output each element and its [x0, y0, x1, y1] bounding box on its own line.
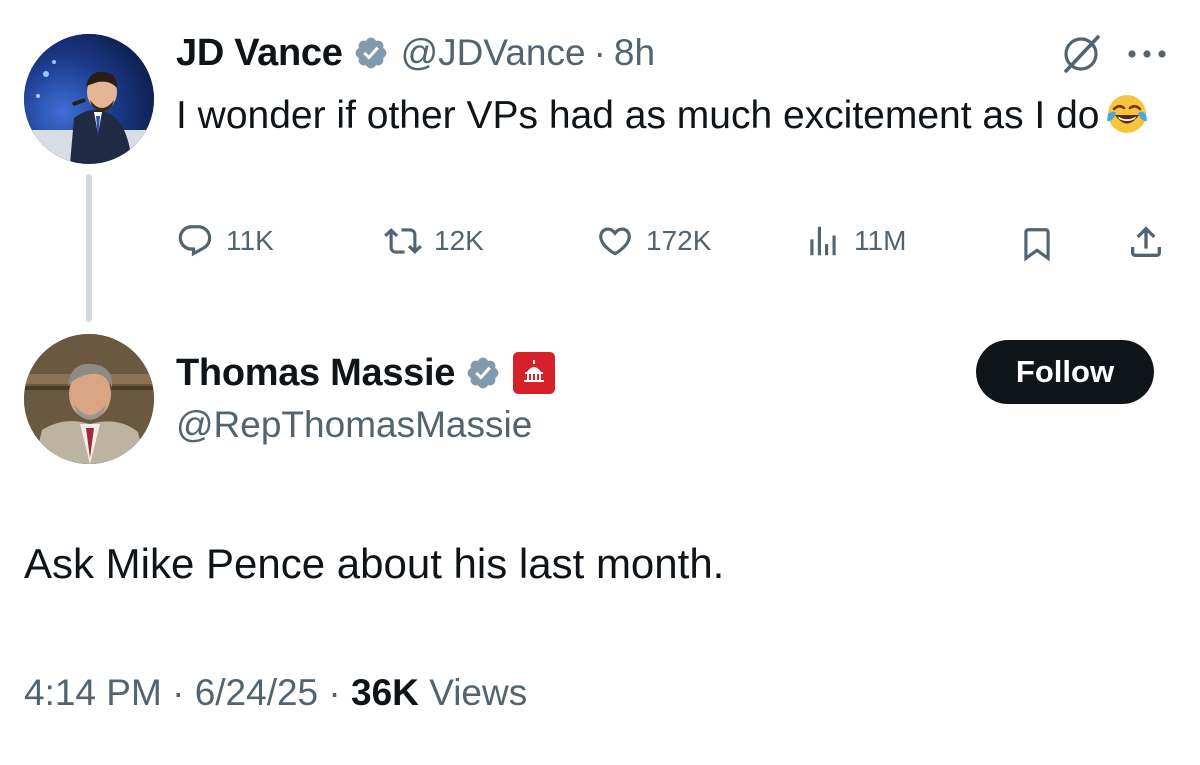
avatar-thomas-massie[interactable]: [24, 334, 154, 464]
author-handle[interactable]: @RepThomasMassie: [176, 404, 532, 446]
verified-badge-icon: [467, 357, 499, 389]
repost-count: 12K: [434, 225, 484, 256]
tweet-meta-footer: 4:14 PM · 6/24/25 · 36K Views: [24, 672, 527, 714]
reply-action[interactable]: 11K: [176, 222, 274, 260]
avatar-jd-vance[interactable]: [24, 34, 154, 164]
follow-button[interactable]: Follow: [976, 340, 1154, 404]
share-icon[interactable]: [1126, 222, 1166, 262]
repost-action[interactable]: 12K: [384, 222, 484, 260]
author-name[interactable]: Thomas Massie: [176, 352, 455, 395]
verified-badge-icon: [355, 37, 386, 69]
parent-tweet-body: I wonder if other VPs had as much excite…: [176, 94, 1100, 137]
reply-count: 11K: [226, 225, 274, 256]
heart-icon: [599, 227, 631, 256]
like-action[interactable]: 172K: [596, 222, 711, 260]
separator-dot: ·: [172, 672, 185, 713]
face-with-tears-of-joy-icon: [1107, 95, 1148, 133]
more-options-icon[interactable]: [1126, 46, 1168, 62]
like-count: 172K: [646, 225, 712, 256]
views-label: Views: [429, 672, 528, 713]
reply-icon: [178, 225, 212, 257]
reply-tweet-text: Ask Mike Pence about his last month.: [24, 540, 725, 587]
bookmark-icon[interactable]: [1018, 224, 1056, 264]
capitol-affiliation-icon[interactable]: [513, 352, 556, 394]
separator-dot: ·: [593, 32, 606, 73]
views-action[interactable]: 11M: [804, 222, 906, 260]
separator-dot: ·: [328, 672, 341, 713]
analytics-icon: [810, 226, 836, 256]
author-name[interactable]: JD Vance: [176, 32, 343, 75]
timestamp[interactable]: 8h: [614, 32, 655, 74]
post-time[interactable]: 4:14 PM: [24, 672, 162, 713]
views-total: 36K: [351, 672, 419, 713]
reply-tweet-header: Thomas Massie: [176, 346, 556, 400]
repost-icon: [384, 228, 422, 254]
thread-connector-line: [86, 174, 92, 322]
grok-icon[interactable]: [1060, 33, 1102, 75]
parent-tweet-text: I wonder if other VPs had as much excite…: [176, 88, 1166, 144]
post-date[interactable]: 6/24/25: [195, 672, 318, 713]
views-count: 11M: [854, 225, 907, 256]
author-handle[interactable]: @JDVance: [401, 32, 586, 74]
parent-tweet-header: JD Vance @JDVance · 8h: [176, 28, 655, 78]
